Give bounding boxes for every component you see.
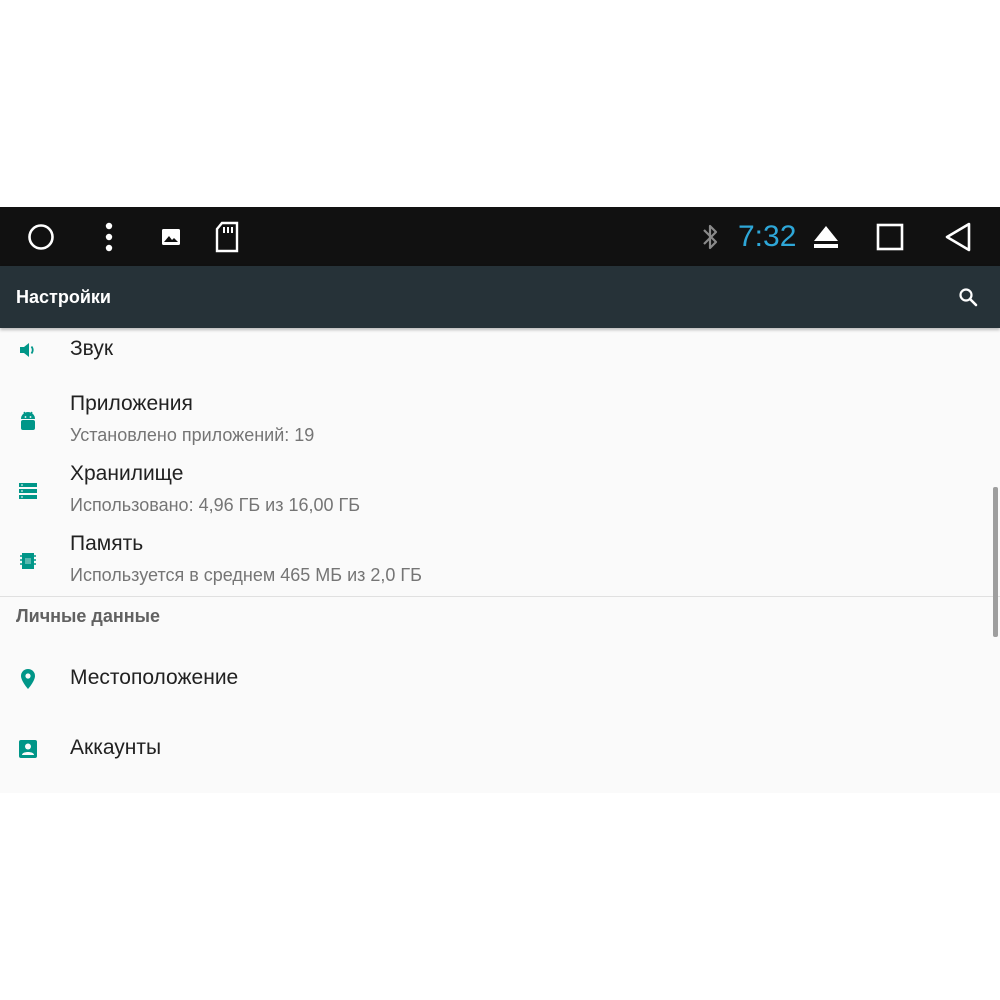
home-circle-icon[interactable] xyxy=(24,207,58,266)
settings-item-summary: Использовано: 4,96 ГБ из 16,00 ГБ xyxy=(70,495,361,515)
clock: 7:32 xyxy=(738,220,797,253)
search-icon[interactable] xyxy=(953,282,983,312)
app-toolbar: Настройки xyxy=(0,266,1000,328)
sd-card-icon xyxy=(213,207,241,266)
storage-icon xyxy=(16,479,40,503)
settings-screen: 7:32 Настройки Звук Приложения Установле… xyxy=(0,207,1000,793)
volume-icon xyxy=(16,338,40,362)
scrollbar[interactable] xyxy=(993,487,998,637)
settings-item-accounts[interactable]: Аккаунты xyxy=(0,716,1000,782)
settings-item-location[interactable]: Местоположение xyxy=(0,646,1000,712)
system-bar: 7:32 xyxy=(0,207,1000,266)
back-icon[interactable] xyxy=(942,207,974,266)
settings-item-summary: Установлено приложений: 19 xyxy=(70,425,315,445)
image-icon xyxy=(160,207,182,266)
settings-item-apps[interactable]: Приложения Установлено приложений: 19 xyxy=(0,384,1000,454)
location-pin-icon xyxy=(16,667,40,691)
settings-list: Звук Приложения Установлено приложений: … xyxy=(0,328,1000,793)
settings-item-label: Местоположение xyxy=(70,666,239,689)
eject-icon[interactable] xyxy=(810,207,842,266)
bluetooth-icon xyxy=(698,207,722,266)
settings-item-storage[interactable]: Хранилище Использовано: 4,96 ГБ из 16,00… xyxy=(0,454,1000,524)
memory-chip-icon xyxy=(16,549,40,573)
settings-item-label: Хранилище xyxy=(70,462,184,485)
page-title: Настройки xyxy=(16,287,111,307)
settings-item-label: Приложения xyxy=(70,392,193,415)
android-icon xyxy=(16,409,40,433)
settings-item-label: Аккаунты xyxy=(70,736,162,759)
settings-item-label: Звук xyxy=(70,337,114,360)
recents-icon[interactable] xyxy=(874,207,906,266)
settings-item-summary: Используется в среднем 465 МБ из 2,0 ГБ xyxy=(70,565,422,585)
menu-dots-icon[interactable] xyxy=(98,207,120,266)
account-icon xyxy=(16,737,40,761)
section-header-personal: Личные данные xyxy=(16,606,160,626)
section-divider xyxy=(0,596,1000,597)
settings-item-memory[interactable]: Память Используется в среднем 465 МБ из … xyxy=(0,524,1000,596)
settings-item-sound[interactable]: Звук xyxy=(0,328,1000,376)
settings-item-label: Память xyxy=(70,532,144,555)
